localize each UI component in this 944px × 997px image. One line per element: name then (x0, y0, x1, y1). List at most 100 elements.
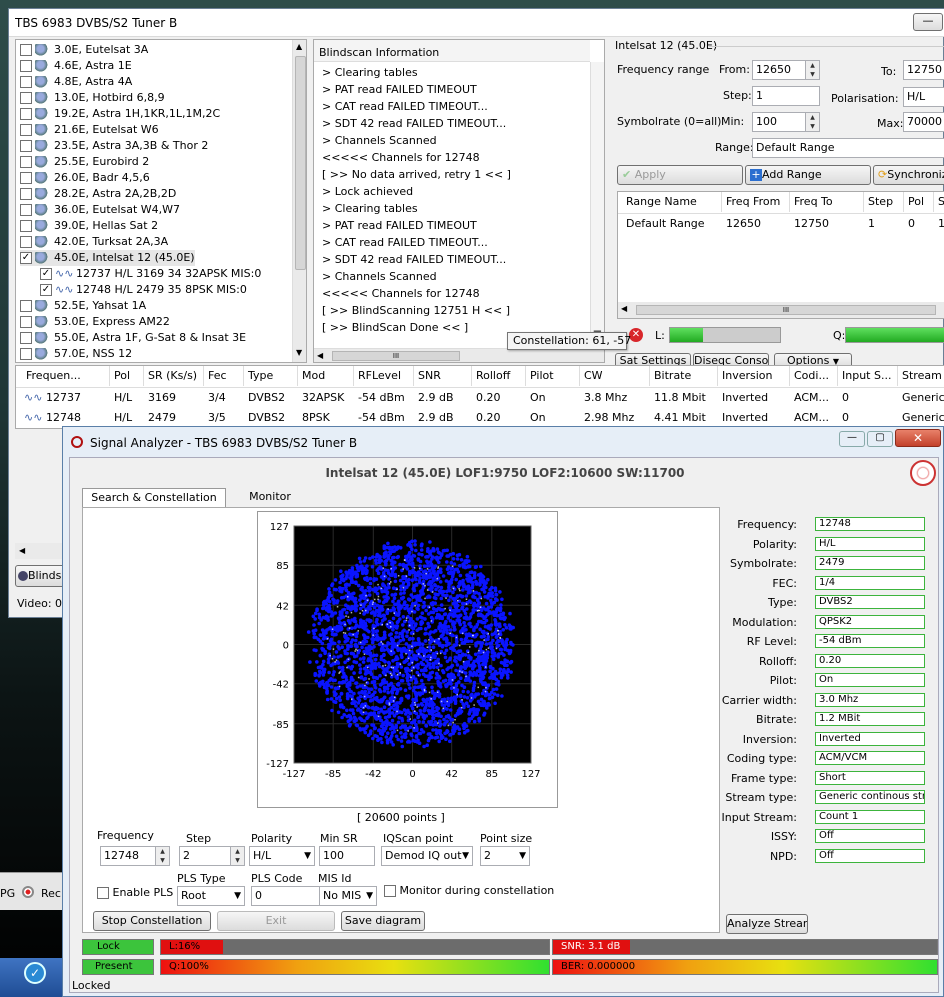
blindscan-hscroll[interactable]: ◀ III (314, 348, 604, 362)
hscroll-left-icon[interactable]: ◀ (317, 351, 323, 360)
satellite-item[interactable]: 42.0E, Turksat 2A,3A (20, 234, 168, 250)
range-column-header[interactable]: Step (864, 192, 904, 212)
tree-checkbox[interactable]: ✓ (40, 284, 52, 296)
analyzer-maximize[interactable]: ▢ (867, 431, 893, 447)
satellite-item[interactable]: 23.5E, Astra 3A,3B & Thor 2 (20, 138, 208, 154)
tab-monitor[interactable]: Monitor (230, 488, 310, 508)
tree-scrollbar[interactable]: ▲ ▼ (292, 40, 306, 362)
step-input[interactable]: 1 (752, 86, 820, 106)
range-column-header[interactable]: Range Name (622, 192, 722, 212)
tree-checkbox[interactable] (20, 236, 32, 248)
satellite-item[interactable]: 28.2E, Astra 2A,2B,2D (20, 186, 176, 202)
satellite-item[interactable]: 39.0E, Hellas Sat 2 (20, 218, 158, 234)
tree-checkbox[interactable] (20, 44, 32, 56)
range-scroll-left-icon[interactable]: ◀ (621, 304, 627, 313)
tree-checkbox[interactable] (20, 172, 32, 184)
frequency-spin[interactable]: ▲ ▼ (155, 847, 169, 865)
range-column-header[interactable]: Freq To (790, 192, 864, 212)
channel-column-header[interactable]: Type (244, 366, 298, 386)
channel-column-header[interactable]: Codi... (790, 366, 838, 386)
enable-pls[interactable]: Enable PLS (97, 886, 173, 899)
pls-code-input[interactable]: 0 (251, 886, 329, 906)
constellation-chart[interactable]: -127 -85 -42 0 42 85 127 127 85 42 0 -42 -85 -127 (257, 511, 558, 808)
satellite-item[interactable]: ✓ 45.0E, Intelsat 12 (45.0E) (20, 250, 195, 266)
to-input[interactable]: 12750 (903, 60, 944, 80)
tree-checkbox[interactable] (20, 348, 32, 360)
tab-search-constellation[interactable]: Search & Constellation (82, 488, 226, 508)
satellite-item[interactable]: 26.0E, Badr 4,5,6 (20, 170, 150, 186)
step-input-2[interactable]: 2 ▲ ▼ (179, 846, 245, 866)
tree-checkbox[interactable] (20, 156, 32, 168)
range-scroll-thumb[interactable]: III (636, 305, 936, 315)
tree-checkbox[interactable] (20, 316, 32, 328)
enable-pls-checkbox[interactable] (97, 887, 109, 899)
satellite-item[interactable]: 52.5E, Yahsat 1A (20, 298, 146, 314)
tree-checkbox[interactable]: ✓ (40, 268, 52, 280)
taskbar-icon[interactable]: ✓ (24, 962, 46, 984)
analyzer-minimize[interactable]: — (839, 431, 865, 447)
polarity-select[interactable]: H/L ▼ (249, 846, 315, 866)
tree-checkbox[interactable] (20, 76, 32, 88)
hscroll-thumb[interactable]: III (332, 351, 460, 361)
min-input[interactable]: 100 ▲ ▼ (752, 112, 820, 132)
iqscan-select[interactable]: Demod IQ out ▼ (381, 846, 473, 866)
tree-checkbox[interactable] (20, 300, 32, 312)
satellite-item[interactable]: 55.0E, Astra 1F, G-Sat 8 & Insat 3E (20, 330, 246, 346)
max-input[interactable]: 70000 (903, 112, 944, 132)
satellite-item[interactable]: 19.2E, Astra 1H,1KR,1L,1M,2C (20, 106, 220, 122)
tree-checkbox[interactable] (20, 108, 32, 120)
channel-row[interactable]: ∿∿ 12748 H/L 2479 3/5 DVBS2 8PSK -54 dBm 2.9 dB 0… (16, 408, 944, 428)
channel-column-header[interactable]: SNR (414, 366, 472, 386)
monitor-checkbox[interactable] (384, 885, 396, 897)
satellite-item[interactable]: 25.5E, Eurobird 2 (20, 154, 149, 170)
satellite-item[interactable]: 13.0E, Hotbird 6,8,9 (20, 90, 165, 106)
record-icon[interactable] (22, 886, 34, 898)
constellation-svg[interactable]: -127 -85 -42 0 42 85 127 127 85 42 0 -42 -85 -127 (258, 512, 559, 809)
analyzer-close[interactable]: ✕ (895, 429, 941, 447)
polarisation-select[interactable]: H/L (903, 87, 944, 107)
epg-label[interactable]: PG (0, 887, 15, 900)
tree-checkbox[interactable] (20, 140, 32, 152)
channel-column-header[interactable]: Fec (204, 366, 244, 386)
satellite-item[interactable]: 36.0E, Eutelsat W4,W7 (20, 202, 180, 218)
channel-column-header[interactable]: Frequen... (22, 366, 110, 386)
pls-type-select[interactable]: Root ▼ (177, 886, 245, 906)
range-column-header[interactable]: Freq From (722, 192, 790, 212)
satellite-item[interactable]: 3.0E, Eutelsat 3A (20, 42, 148, 58)
transponder-item[interactable]: ✓ ∿∿ 12737 H/L 3169 34 32APSK MIS:0 (40, 266, 261, 282)
channel-column-header[interactable]: Stream T (898, 366, 944, 386)
satellite-item[interactable]: 21.6E, Eutelsat W6 (20, 122, 159, 138)
tree-checkbox[interactable] (20, 188, 32, 200)
add-range-button[interactable]: +Add Range (745, 165, 871, 185)
minimize-button[interactable]: — (913, 13, 943, 31)
channel-column-header[interactable]: Inversion (718, 366, 790, 386)
analyze-stream-button[interactable]: Analyze Stream (726, 914, 808, 934)
satellite-item[interactable]: 4.8E, Astra 4A (20, 74, 132, 90)
minsr-input[interactable]: 100 (319, 846, 375, 866)
channel-column-header[interactable]: RFLevel (354, 366, 414, 386)
main-scroll-left-icon[interactable]: ◀ (19, 546, 25, 555)
range-select[interactable]: Default Range (752, 138, 944, 158)
satellite-item[interactable]: 57.0E, NSS 12 (20, 346, 132, 362)
tree-checkbox[interactable] (20, 124, 32, 136)
transponder-item[interactable]: ✓ ∿∿ 12748 H/L 2479 35 8PSK MIS:0 (40, 282, 247, 298)
frequency-input[interactable]: 12748 ▲ ▼ (100, 846, 170, 866)
range-table-row[interactable]: Default Range12650127501010 (618, 214, 944, 236)
pointsize-select[interactable]: 2 ▼ (480, 846, 530, 866)
channel-column-header[interactable]: SR (Ks/s) (144, 366, 204, 386)
channel-column-header[interactable]: Mod (298, 366, 354, 386)
step-spin[interactable]: ▲ ▼ (230, 847, 244, 865)
min-spin[interactable]: ▲ ▼ (805, 113, 819, 131)
exit-button[interactable]: Exit (217, 911, 335, 931)
monitor-option[interactable]: Monitor during constellation (384, 884, 554, 897)
apply-button[interactable]: ✔ Apply (617, 165, 743, 185)
satellite-item[interactable]: 4.6E, Astra 1E (20, 58, 132, 74)
range-column-header[interactable]: SR (934, 192, 944, 212)
tree-checkbox[interactable] (20, 220, 32, 232)
satellite-item[interactable]: 53.0E, Express AM22 (20, 314, 170, 330)
channel-column-header[interactable]: Input S... (838, 366, 898, 386)
channel-column-header[interactable]: Bitrate (650, 366, 718, 386)
channel-column-header[interactable]: Rolloff (472, 366, 526, 386)
save-diagram-button[interactable]: Save diagram (341, 911, 425, 931)
channel-column-header[interactable]: Pilot (526, 366, 580, 386)
